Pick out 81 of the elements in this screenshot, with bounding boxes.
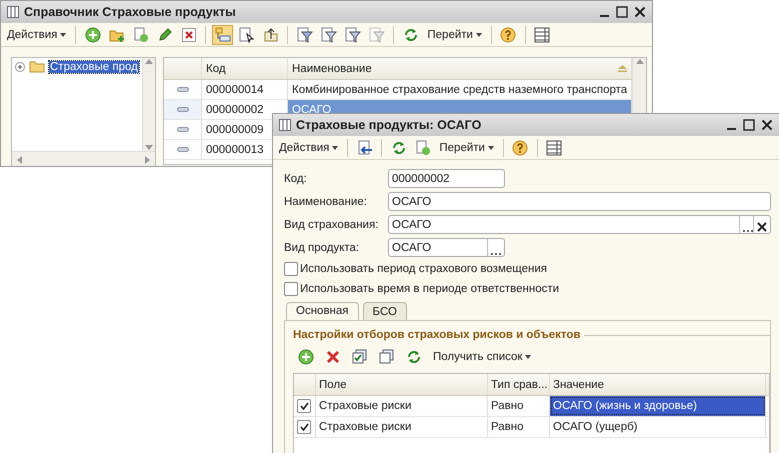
save-close-icon — [356, 140, 373, 156]
item-icon — [176, 107, 188, 112]
checkbox[interactable] — [297, 399, 311, 413]
tab[interactable]: БСО — [362, 302, 407, 320]
goto-menu[interactable]: Перейти — [436, 140, 497, 156]
expand-icon[interactable] — [15, 62, 25, 72]
sort-icon — [618, 65, 628, 72]
item-icon — [176, 127, 188, 132]
caret-icon — [488, 146, 494, 150]
tab[interactable]: Основная — [286, 302, 359, 320]
table-icon — [7, 6, 19, 18]
filter-value-icon — [320, 26, 337, 42]
checkbox[interactable] — [297, 420, 311, 434]
level-up-icon — [262, 26, 279, 42]
folder-icon — [29, 60, 45, 73]
goto-menu[interactable]: Перейти — [424, 26, 485, 42]
hierarchy-icon — [214, 26, 231, 42]
window-title: Справочник Страховые продукты — [24, 5, 237, 19]
refresh-icon — [402, 26, 419, 42]
help-icon — [500, 26, 516, 42]
check-all-icon — [352, 349, 368, 365]
caret-icon — [476, 32, 482, 36]
caret-icon — [332, 146, 338, 150]
column-header-label: Наименование — [292, 62, 372, 74]
item-icon — [176, 147, 188, 152]
input-field[interactable]: ОСАГО — [388, 238, 505, 257]
get-list-menu[interactable]: Получить список — [430, 349, 534, 365]
filter-icon — [296, 26, 313, 42]
column-header[interactable]: Код — [202, 58, 288, 79]
list-settings-icon — [534, 26, 550, 42]
column-header[interactable]: Значение — [550, 374, 766, 395]
table-cell: Равно — [488, 417, 550, 437]
checkbox-label: Использовать время в периоде ответственности — [300, 283, 560, 295]
maximize-icon[interactable] — [743, 119, 755, 131]
actions-menu[interactable]: Действия — [4, 26, 70, 42]
uncheck-all-icon — [378, 349, 394, 365]
copy-icon — [132, 26, 149, 42]
group-title: Настройки отборов страховых рисков и объектов — [293, 329, 580, 341]
field-label: Наименование: — [284, 196, 368, 208]
code-cell: 000000014 — [202, 80, 288, 99]
hierarchy-button[interactable] — [212, 24, 234, 44]
form-settings-icon — [546, 140, 562, 156]
refresh-icon — [390, 140, 407, 156]
close-icon[interactable] — [761, 119, 773, 131]
edit-icon — [156, 26, 173, 42]
field-label: Код: — [284, 172, 308, 184]
input-field[interactable]: ОСАГО — [388, 215, 771, 234]
caret-icon — [60, 32, 66, 36]
help-icon — [512, 140, 528, 156]
caret-icon — [525, 355, 532, 359]
filter-history-icon — [344, 26, 361, 42]
delete-icon — [180, 26, 197, 42]
checkbox[interactable] — [284, 262, 298, 276]
check-icon — [300, 423, 308, 431]
delete-icon — [324, 349, 340, 365]
field-label: Вид страхования: — [284, 218, 380, 230]
clear-filter-icon — [368, 26, 385, 42]
field-label: Вид продукта: — [284, 242, 360, 254]
item-icon — [176, 87, 188, 92]
close-icon[interactable] — [634, 6, 646, 18]
table-cell[interactable]: ОСАГО (ущерб) — [550, 417, 766, 437]
vertical-scrollbar[interactable] — [632, 58, 646, 114]
table-cell: Страховые риски — [316, 396, 488, 416]
select-icon — [238, 26, 255, 42]
column-header[interactable]: Поле — [316, 374, 488, 395]
checkbox-label: Использовать период страхового возмещения — [300, 263, 547, 275]
refresh-icon — [406, 349, 422, 365]
table-icon — [279, 119, 291, 131]
copy-icon — [414, 140, 431, 156]
checkbox[interactable] — [284, 282, 298, 296]
check-icon — [300, 402, 308, 410]
input-field[interactable]: ОСАГО — [388, 192, 771, 211]
add-icon — [84, 26, 101, 42]
tree-item[interactable]: Страховые прод — [49, 60, 139, 72]
table-cell[interactable]: ОСАГО (жизнь и здоровье) — [550, 396, 766, 416]
window-title: Страховые продукты: ОСАГО — [296, 118, 482, 132]
input-field[interactable]: 000000002 — [388, 169, 505, 188]
table-cell: Страховые риски — [316, 417, 488, 437]
add-icon — [298, 349, 314, 365]
column-header[interactable]: Тип срав... — [488, 374, 550, 395]
maximize-icon[interactable] — [616, 6, 628, 18]
